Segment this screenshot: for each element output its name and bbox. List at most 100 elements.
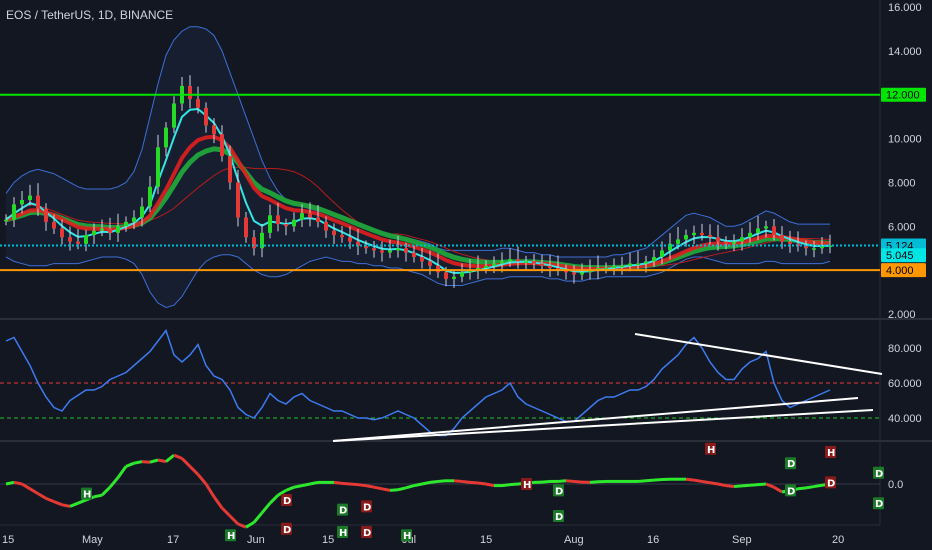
osc-marker-label: H bbox=[83, 490, 91, 501]
osc-marker-label: H bbox=[707, 445, 715, 456]
time-tick-label: 20 bbox=[832, 534, 844, 546]
osc-marker-H: H bbox=[825, 446, 836, 459]
osc-segment-down bbox=[381, 487, 391, 492]
osc-marker-D: D bbox=[337, 503, 348, 517]
osc-marker-D: D bbox=[785, 484, 796, 497]
chart-title: EOS / TetherUS, 1D, BINANCE bbox=[6, 8, 174, 22]
candle-body bbox=[84, 235, 88, 244]
osc-marker-H: H bbox=[81, 487, 92, 501]
osc-marker-label: D bbox=[555, 486, 563, 497]
candle-body bbox=[188, 85, 192, 100]
time-tick-label: Aug bbox=[564, 534, 584, 546]
osc-marker-label: D bbox=[339, 506, 347, 517]
candle-body bbox=[108, 228, 112, 233]
candle-body bbox=[268, 215, 272, 233]
osc-marker-D: D bbox=[281, 494, 292, 507]
osc-marker-label: D bbox=[787, 486, 795, 497]
osc-segment-up bbox=[421, 480, 431, 486]
candle-body bbox=[644, 261, 648, 264]
candle-body bbox=[652, 256, 656, 262]
candle-body bbox=[308, 213, 312, 218]
osc-segment-up bbox=[637, 479, 647, 483]
osc-segment-down bbox=[333, 480, 343, 485]
price-label: 4.000 bbox=[881, 263, 926, 278]
candle-body bbox=[44, 208, 48, 222]
osc-marker-label: H bbox=[827, 448, 835, 459]
candle-body bbox=[452, 276, 456, 279]
candle-body bbox=[76, 241, 80, 244]
osc-segment-up bbox=[5, 480, 15, 486]
price-tick-label: 10.000 bbox=[888, 134, 922, 146]
candle-body bbox=[12, 204, 16, 220]
price-tick-label: 8.000 bbox=[888, 177, 916, 189]
osc-marker-label: D bbox=[787, 459, 795, 470]
candle-body bbox=[812, 248, 816, 250]
chart-canvas[interactable]: 2.000 4.000 6.000 8.000 10.000 12.000 14.000 16… bbox=[0, 0, 932, 550]
osc-segment-down bbox=[717, 482, 727, 488]
candle-body bbox=[196, 99, 200, 108]
osc-marker-label: D bbox=[555, 512, 563, 523]
candle-body bbox=[676, 239, 680, 244]
candle-body bbox=[508, 259, 512, 262]
osc-segment-up bbox=[429, 479, 439, 484]
candle-body bbox=[172, 103, 176, 128]
candle-body bbox=[492, 263, 496, 266]
osc-segment-down bbox=[573, 479, 583, 484]
osc-segment-up bbox=[501, 483, 511, 488]
candle-body bbox=[324, 221, 328, 231]
candle-body bbox=[124, 221, 128, 227]
osc-marker-label: H bbox=[339, 528, 347, 539]
candle-body bbox=[540, 263, 544, 266]
candle-body bbox=[620, 265, 624, 268]
time-tick-label: 15 bbox=[480, 534, 492, 546]
osc-marker-label: H bbox=[227, 531, 235, 542]
time-tick-label: 15 bbox=[2, 534, 14, 546]
osc-segment-down bbox=[485, 482, 495, 488]
osc-segment-down bbox=[157, 458, 167, 464]
osc-segment-up bbox=[413, 482, 423, 488]
osc-segment-up bbox=[733, 484, 743, 489]
candle-body bbox=[484, 265, 488, 268]
candle-body bbox=[252, 237, 256, 249]
osc-marker-D: D bbox=[281, 522, 292, 536]
osc-marker-label: D bbox=[875, 499, 883, 510]
osc-segment-up bbox=[133, 460, 143, 465]
time-tick-label: Jun bbox=[247, 534, 265, 546]
osc-segment-up bbox=[557, 479, 567, 483]
candle-body bbox=[140, 206, 144, 218]
candle-body bbox=[412, 252, 416, 257]
osc-marker-label: H bbox=[523, 480, 531, 491]
time-tick-label: May bbox=[82, 534, 103, 546]
candle-body bbox=[716, 237, 720, 242]
candle-body bbox=[764, 226, 768, 229]
osc-segment-up bbox=[397, 486, 407, 492]
osc-segment-down bbox=[341, 481, 351, 486]
candle-body bbox=[516, 259, 520, 262]
osc-segment-down bbox=[365, 484, 375, 489]
rsi-tick-label: 80.000 bbox=[888, 343, 922, 355]
candle-body bbox=[436, 265, 440, 273]
osc-segment-down bbox=[709, 481, 719, 486]
candle-body bbox=[692, 232, 696, 236]
candle-body bbox=[220, 134, 224, 157]
osc-marker-H: H bbox=[225, 529, 236, 542]
osc-marker-label: H bbox=[403, 531, 411, 542]
candle-body bbox=[244, 217, 248, 238]
candle-body bbox=[332, 230, 336, 236]
candle-body bbox=[68, 237, 72, 242]
osc-marker-label: D bbox=[283, 496, 291, 507]
candle-body bbox=[740, 237, 744, 242]
osc-segment-up bbox=[749, 483, 759, 487]
osc-segment-down bbox=[461, 479, 471, 484]
price-tick-label: 2.000 bbox=[888, 309, 916, 321]
osc-segment-down bbox=[701, 479, 711, 485]
price-label-text: 4.000 bbox=[886, 265, 914, 277]
osc-marker-D: D bbox=[553, 510, 564, 523]
time-tick-label: Sep bbox=[732, 534, 752, 546]
candle-body bbox=[756, 228, 760, 233]
candle-body bbox=[660, 250, 664, 257]
rsi-tick-label: 60.000 bbox=[888, 378, 922, 390]
candle-body bbox=[316, 217, 320, 222]
osc-segment-up bbox=[389, 488, 399, 492]
osc-marker-H: H bbox=[401, 529, 412, 542]
